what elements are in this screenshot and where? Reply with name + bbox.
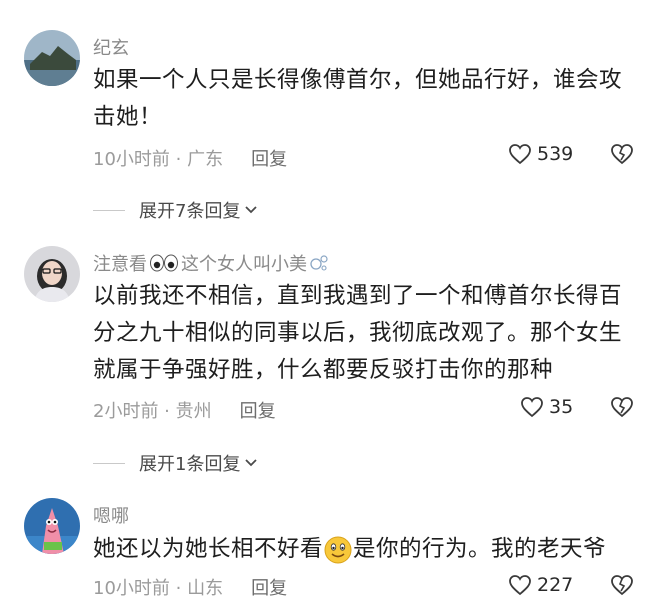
reply-button[interactable]: 回复 bbox=[251, 145, 287, 171]
reply-button[interactable]: 回复 bbox=[240, 397, 276, 423]
broken-heart-icon bbox=[611, 144, 633, 165]
like-button[interactable]: 35 bbox=[520, 396, 573, 418]
like-count: 35 bbox=[549, 396, 574, 418]
username-text: 注意看 bbox=[93, 254, 147, 275]
like-button[interactable]: 227 bbox=[508, 574, 573, 596]
time-location: 10小时前 · 山东 bbox=[93, 578, 224, 599]
like-count: 227 bbox=[537, 574, 574, 596]
heart-icon bbox=[509, 575, 531, 596]
time-location: 10小时前 · 广东 bbox=[93, 149, 224, 170]
comment-meta: 10小时前 · 山东 回复 bbox=[93, 574, 287, 600]
comment-text-part2: 是你的行为。我的老天爷 bbox=[353, 536, 607, 562]
broken-heart-icon bbox=[611, 397, 633, 418]
like-button[interactable]: 539 bbox=[508, 143, 573, 165]
username-suffix: 这个女人叫小美 bbox=[181, 254, 307, 275]
smiling-face-emoji-icon bbox=[324, 536, 352, 563]
username[interactable]: 注意看 这个女人叫小美 bbox=[93, 250, 329, 276]
comment-text-part1: 她还以为她长相不好看 bbox=[93, 536, 324, 562]
chevron-down-icon bbox=[245, 459, 258, 467]
avatar[interactable] bbox=[24, 30, 80, 86]
divider-line bbox=[93, 209, 125, 211]
broken-heart-icon bbox=[611, 575, 633, 596]
comment-meta: 2小时前 · 贵州 回复 bbox=[93, 397, 276, 423]
expand-replies[interactable]: 展开7条回复 bbox=[93, 197, 258, 223]
comment-meta: 10小时前 · 广东 回复 bbox=[93, 145, 287, 171]
avatar[interactable] bbox=[24, 498, 80, 554]
chevron-down-icon bbox=[245, 206, 258, 214]
comment-text: 她还以为她长相不好看 是你的行为。我的老天爷 bbox=[93, 531, 638, 568]
like-count: 539 bbox=[537, 143, 574, 165]
time-location: 2小时前 · 贵州 bbox=[93, 401, 212, 422]
avatar[interactable] bbox=[24, 246, 80, 302]
dislike-button[interactable] bbox=[610, 143, 634, 169]
heart-icon bbox=[521, 397, 543, 418]
heart-icon bbox=[509, 144, 531, 165]
divider-line bbox=[93, 462, 125, 464]
dislike-button[interactable] bbox=[610, 574, 634, 600]
username[interactable]: 嗯哪 bbox=[93, 502, 129, 528]
username[interactable]: 纪玄 bbox=[93, 34, 129, 60]
expand-replies[interactable]: 展开1条回复 bbox=[93, 450, 258, 476]
reply-button[interactable]: 回复 bbox=[251, 574, 287, 600]
dislike-button[interactable] bbox=[610, 396, 634, 422]
eyes-emoji-icon bbox=[150, 254, 178, 272]
expand-label: 展开1条回复 bbox=[139, 454, 241, 475]
comment-text: 以前我还不相信，直到我遇到了一个和傅首尔长得百分之九十相似的同事以后，我彻底改观… bbox=[93, 283, 623, 383]
expand-label: 展开7条回复 bbox=[139, 201, 241, 222]
comment-text: 如果一个人只是长得像傅首尔，但她品行好，谁会攻击她！ bbox=[93, 67, 623, 130]
bubbles-icon bbox=[310, 255, 328, 271]
